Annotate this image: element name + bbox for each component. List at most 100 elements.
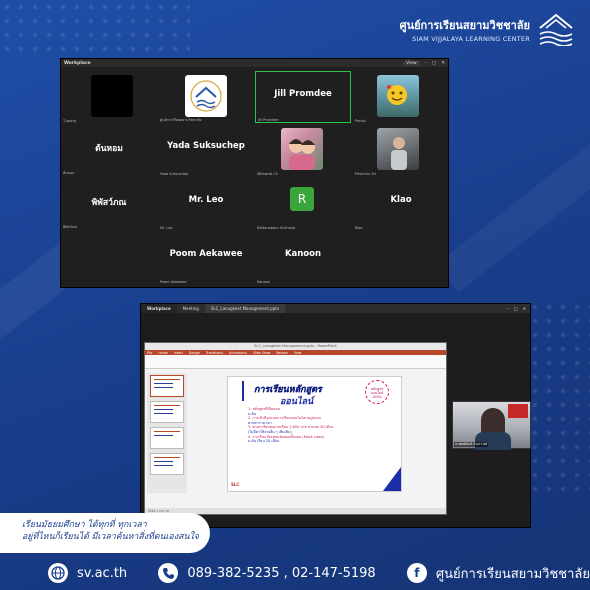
- participant-name: Yada Suksuchep: [160, 172, 189, 176]
- participant-name: ต้นหอม: [63, 171, 75, 175]
- participant-name: Klao: [355, 226, 363, 230]
- person-photo-icon: [391, 137, 407, 170]
- window-titlebar: Workplace View – □ ✕: [61, 59, 448, 67]
- brand-header: ศูนย์การเรียนสยามวิชชาลัย SIAM VIJJALAYA…: [400, 12, 576, 46]
- slogan-line-1: เรียนมัธยมศึกษา ได้ทุกที่ ทุกเวลา: [22, 520, 147, 530]
- slide-accent-bar: [242, 381, 244, 401]
- slide-thumbnails: [147, 373, 187, 493]
- powerpoint-window: SLC_Lanugkeet Management.pptx - PowerPoi…: [144, 342, 447, 515]
- website-link[interactable]: sv.ac.th: [77, 566, 127, 581]
- maximize-icon[interactable]: □: [514, 306, 518, 311]
- participant-photo: [377, 75, 419, 117]
- participant-name: Jill Promdee: [258, 118, 279, 122]
- facebook-icon: f: [406, 563, 427, 583]
- close-icon[interactable]: ✕: [441, 61, 445, 66]
- slide-thumbnail[interactable]: [150, 375, 184, 397]
- tab-meeting[interactable]: Meeting: [177, 304, 205, 313]
- screen-share-window: Workplace Meeting SLC_Lanugkeet Manageme…: [140, 303, 531, 528]
- background-banner: [508, 404, 528, 418]
- menu-item-animations[interactable]: Animations: [229, 351, 247, 355]
- participant-display-name: ต้นหอม: [95, 144, 123, 154]
- participant-name: T-ipong: [63, 119, 76, 123]
- view-button[interactable]: View: [403, 60, 420, 66]
- participant-tile[interactable]: R Rattanaporn Srichana: [255, 178, 351, 230]
- school-logo-icon: [539, 13, 573, 46]
- menu-item-slide-show[interactable]: Slide Show: [253, 351, 270, 355]
- participant-tile[interactable]: Klao Klao: [353, 178, 449, 230]
- maximize-icon[interactable]: □: [432, 61, 436, 66]
- participant-tile[interactable]: Pitsinthu Sri: [353, 124, 449, 176]
- decorative-stripe: [436, 103, 590, 293]
- participant-tile[interactable]: T-ipong: [61, 71, 157, 123]
- presenter-body: [475, 432, 511, 450]
- tab-shared-file[interactable]: SLC_Lanugkeet Management.pptx: [204, 304, 286, 313]
- participant-tile[interactable]: ศูนย์การเรียนสยามวิชชาลัย: [158, 71, 254, 123]
- ppt-title-bar: SLC_Lanugkeet Management.pptx - PowerPoi…: [145, 343, 446, 350]
- participant-tile[interactable]: Poom Aekawee Poom Aekawee: [158, 232, 254, 284]
- slide-corner-decoration: [383, 467, 401, 491]
- emoji-face-icon: [387, 85, 407, 105]
- participant-tile-active-speaker[interactable]: Jill Promdee Jill Promdee: [255, 71, 351, 123]
- slide-subtitle: ออนไลน์: [280, 397, 314, 407]
- slide-logo: SLC: [231, 482, 240, 487]
- menu-item-file[interactable]: File: [147, 351, 152, 355]
- participant-name: Rattanaporn Srichana: [257, 226, 296, 230]
- presenter-video[interactable]: นายสุทธินันท์ ประภาวงศ์: [452, 401, 531, 450]
- meeting-gallery-window: Workplace View – □ ✕ T-ipong ศูนย์การเรี…: [60, 58, 449, 288]
- app-title: Workplace: [64, 60, 91, 66]
- menu-item-view[interactable]: View: [294, 351, 302, 355]
- participant-display-name: Mr. Leo: [188, 195, 224, 205]
- menu-item-home[interactable]: Home: [158, 351, 167, 355]
- menu-item-design[interactable]: Design: [189, 351, 200, 355]
- menu-item-insert[interactable]: Insert: [174, 351, 183, 355]
- phone-icon: [158, 563, 179, 583]
- participant-tile[interactable]: Kanoon Kanoon: [255, 232, 351, 284]
- brand-name-thai: ศูนย์การเรียนสยามวิชชาลัย: [399, 18, 530, 32]
- brand-name-english: SIAM VIJJALAYA LEARNING CENTER: [412, 34, 530, 43]
- participant-display-name: Poom Aekawee: [169, 249, 243, 259]
- participant-display-name: Jill Promdee: [274, 89, 332, 99]
- slogan-banner: เรียนมัธยมศึกษา ได้ทุกที่ ทุกเวลา อยู่ที…: [0, 513, 210, 553]
- participant-name: Poom Aekawee: [160, 280, 187, 284]
- participant-display-name: พิพัสว์ภณ: [91, 198, 127, 208]
- participant-tile[interactable]: ต้นหอม ต้นหอม: [61, 124, 157, 176]
- facebook-page-link[interactable]: ศูนย์การเรียนสยามวิชชาลัย: [436, 563, 590, 584]
- slide-bullet-list: 1. หลักสูตรที่เปิดสอน ม.ต้น 2. การเข้ามี…: [248, 407, 334, 444]
- participant-tile[interactable]: Wilawrat Ch: [255, 124, 351, 176]
- children-photo-icon: [289, 139, 315, 170]
- minimize-icon[interactable]: –: [507, 306, 509, 311]
- participant-name: Kanoon: [257, 280, 271, 284]
- participant-display-name: Kanoon: [284, 249, 322, 259]
- participant-display-name: Klao: [390, 195, 412, 205]
- slide-thumbnail[interactable]: [150, 427, 184, 449]
- tab-workplace[interactable]: Workplace: [141, 304, 177, 313]
- contact-footer: sv.ac.th 089-382-5235 , 02-147-5198 f ศู…: [0, 556, 590, 590]
- slide-bullet: ม.ต้น เรียน 20 เดือน: [248, 439, 280, 444]
- participant-name: Pitsinthu Sri: [355, 172, 376, 176]
- participant-tile[interactable]: Pan4p: [353, 71, 449, 123]
- participant-avatar: [185, 75, 227, 117]
- menu-item-transitions[interactable]: Transitions: [206, 351, 223, 355]
- decorative-dots: [0, 0, 190, 60]
- participant-name: พิพัสว์ภณ: [63, 225, 78, 229]
- participant-tile[interactable]: Yada Suksuchep Yada Suksuchep: [158, 124, 254, 176]
- slide-thumbnail[interactable]: [150, 453, 184, 475]
- ppt-ribbon: [145, 355, 446, 369]
- participant-avatar: [91, 75, 133, 117]
- menu-item-review[interactable]: Review: [276, 351, 287, 355]
- participant-tile[interactable]: พิพัสว์ภณ พิพัสว์ภณ: [61, 178, 157, 230]
- participant-name: Mr. Leo: [160, 226, 173, 230]
- presenter-name: นายสุทธินันท์ ประภาวงศ์: [454, 442, 489, 447]
- close-icon[interactable]: ✕: [523, 306, 526, 311]
- globe-icon: [48, 563, 68, 583]
- participant-photo: [281, 128, 323, 170]
- participant-tile[interactable]: Mr. Leo Mr. Leo: [158, 178, 254, 230]
- participant-name: Pan4p: [355, 119, 366, 123]
- phone-numbers[interactable]: 089-382-5235 , 02-147-5198: [187, 566, 375, 581]
- current-slide[interactable]: การเรียนหลักสูตร ออนไลน์ หลักสูตร ออนไลน…: [227, 376, 402, 492]
- participant-name: Wilawrat Ch: [257, 172, 279, 176]
- participant-photo: [377, 128, 419, 170]
- minimize-icon[interactable]: –: [425, 61, 427, 66]
- slide-thumbnail[interactable]: [150, 401, 184, 423]
- tab-bar: Workplace Meeting SLC_Lanugkeet Manageme…: [141, 304, 530, 313]
